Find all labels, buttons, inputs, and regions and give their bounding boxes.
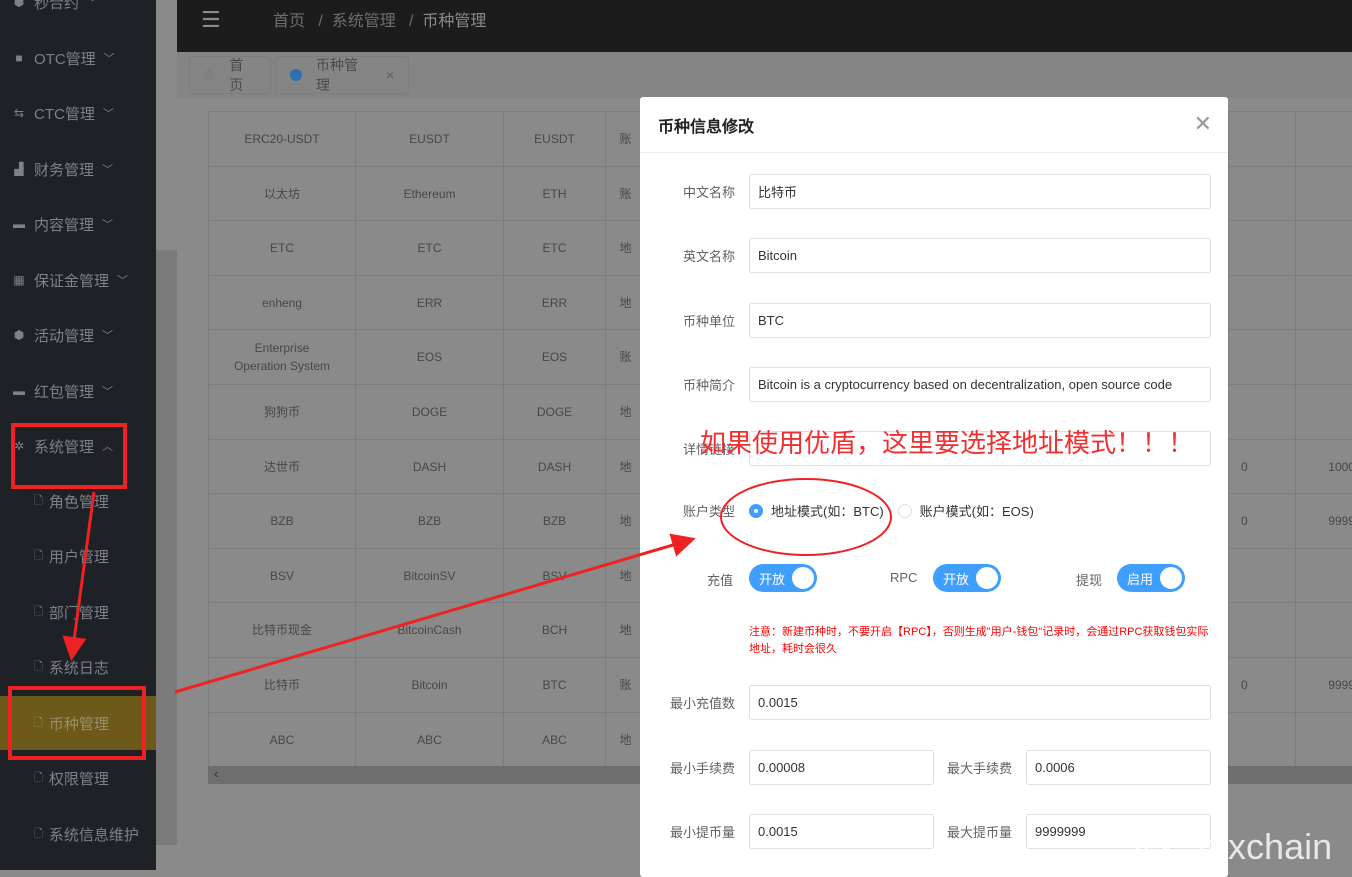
annotation-ellipse <box>720 478 892 556</box>
annotation-text: 如果使用优盾，这里要选择地址模式！！！ <box>700 428 1195 458</box>
annotation-arrow-right <box>174 533 696 694</box>
watermark: VX: btxchain <box>1130 826 1333 867</box>
annotation-arrow-down <box>62 491 96 661</box>
